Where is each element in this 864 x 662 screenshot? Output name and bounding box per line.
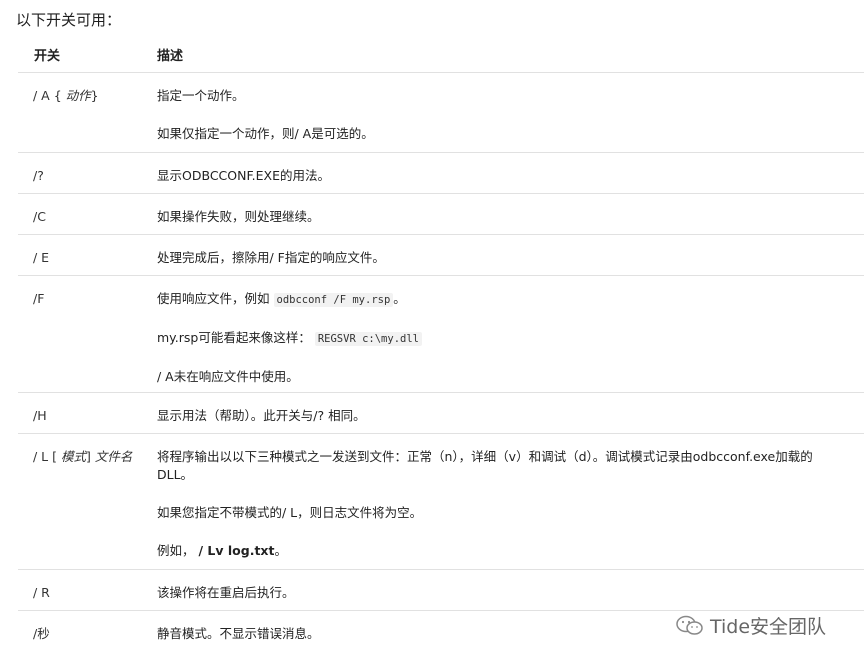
switch-cell: /C [33,209,46,224]
switch-cell: / E [33,250,50,265]
intro-text: 以下开关可用： [16,11,122,29]
description-cell: 指定一个动作。 如果仅指定一个动作，则/ A是可选的。 [157,88,374,141]
table-row: / L [ 模式] 文件名 将程序输出以以下三种模式之一发送到文件：正常（n），… [18,434,864,570]
header-description: 描述 [157,49,184,64]
description-cell: 该操作将在重启后执行。 [157,585,295,600]
switch-cell: / R [33,585,50,600]
table-row: /H 显示用法（帮助）。此开关与/? 相同。 [18,393,864,434]
switch-cell: / L [ 模式] 文件名 [33,449,133,464]
wechat-icon [676,615,703,635]
table-row: / A { 动作} 指定一个动作。 如果仅指定一个动作，则/ A是可选的。 [18,73,864,153]
table-row: / R 该操作将在重启后执行。 [18,570,864,611]
description-cell: 处理完成后，擦除用/ F指定的响应文件。 [157,250,385,265]
watermark-text: Tide安全团队 [710,616,827,638]
description-cell: 将程序输出以以下三种模式之一发送到文件：正常（n），详细（v）和调试（d）。调试… [157,449,813,558]
table-row: /? 显示ODBCCONF.EXE的用法。 [18,153,864,194]
switch-cell: / A { 动作} [33,88,99,103]
description-cell: 使用响应文件，例如 odbcconf /F my.rsp。 my.rsp可能看起… [157,290,837,386]
switch-cell: /H [33,408,47,423]
table-header: 开关 描述 [18,40,864,73]
table-row: /F 使用响应文件，例如 odbcconf /F my.rsp。 my.rsp可… [18,276,864,393]
table-row: / E 处理完成后，擦除用/ F指定的响应文件。 [18,235,864,276]
header-switch: 开关 [34,49,61,64]
code-snippet: REGSVR c:\my.dll [314,332,422,346]
table-row: /C 如果操作失败，则处理继续。 [18,194,864,235]
description-cell: 显示用法（帮助）。此开关与/? 相同。 [157,408,366,423]
code-snippet: odbcconf /F my.rsp [273,293,394,307]
switch-cell: /? [33,168,44,183]
watermark: Tide安全团队 [676,612,826,639]
description-cell: 显示ODBCCONF.EXE的用法。 [157,168,330,183]
switch-table: 开关 描述 / A { 动作} 指定一个动作。 如果仅指定一个动作，则/ A是可… [18,40,864,652]
switch-cell: /F [33,291,45,306]
switch-cell: /秒 [33,626,50,641]
description-cell: 如果操作失败，则处理继续。 [157,209,320,224]
